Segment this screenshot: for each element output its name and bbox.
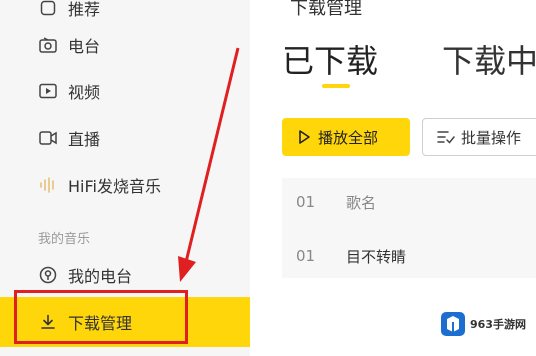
recommend-icon	[38, 0, 58, 18]
table-header-row: 01 歌名	[282, 180, 536, 224]
annotation-highlight-box	[14, 290, 188, 344]
row-song-name: 目不转睛	[346, 247, 407, 266]
sidebar-item-label: 推荐	[68, 0, 101, 19]
video-icon	[38, 81, 58, 101]
podcast-icon	[38, 265, 58, 285]
sidebar-item-label: 我的电台	[68, 267, 133, 286]
sidebar-item-my-radio[interactable]: 我的电台	[0, 255, 250, 295]
header-index: 01	[296, 193, 316, 211]
sidebar-item-video[interactable]: 视频	[0, 71, 250, 111]
sidebar-item-live[interactable]: 直播	[0, 118, 250, 158]
sidebar-item-hifi[interactable]: HiFi发烧音乐	[0, 165, 250, 205]
row-index: 01	[296, 247, 316, 265]
watermark: 963手游网	[440, 306, 536, 342]
sidebar-item-label: 电台	[68, 37, 101, 56]
download-table: 01 歌名 01 目不转睛	[282, 178, 536, 278]
play-all-label: 播放全部	[318, 128, 379, 147]
sidebar-item-label: 直播	[68, 130, 101, 149]
watermark-logo-icon	[440, 311, 466, 337]
section-title-my-music: 我的音乐	[38, 232, 91, 247]
hifi-icon	[38, 175, 58, 195]
batch-operation-label: 批量操作	[461, 128, 522, 147]
tab-active-indicator	[322, 84, 350, 88]
live-icon	[38, 128, 58, 148]
table-row[interactable]: 01 目不转睛	[282, 234, 536, 278]
watermark-text: 963手游网	[470, 318, 526, 331]
play-icon	[296, 129, 312, 145]
radio-icon	[38, 35, 58, 55]
sidebar-item-label: 视频	[68, 83, 101, 102]
page-title: 下载管理	[290, 0, 362, 19]
header-song-name: 歌名	[346, 193, 377, 212]
tab-downloading[interactable]: 下载中	[442, 36, 536, 82]
list-check-icon	[437, 129, 455, 145]
batch-operation-button[interactable]: 批量操作	[422, 118, 536, 156]
play-all-button[interactable]: 播放全部	[282, 118, 410, 156]
sidebar-item-radio[interactable]: 电台	[0, 25, 250, 65]
sidebar-item-label: HiFi发烧音乐	[68, 177, 161, 196]
tab-downloaded[interactable]: 已下载	[282, 36, 378, 82]
sidebar-item-recommend[interactable]: 推荐	[0, 0, 250, 28]
